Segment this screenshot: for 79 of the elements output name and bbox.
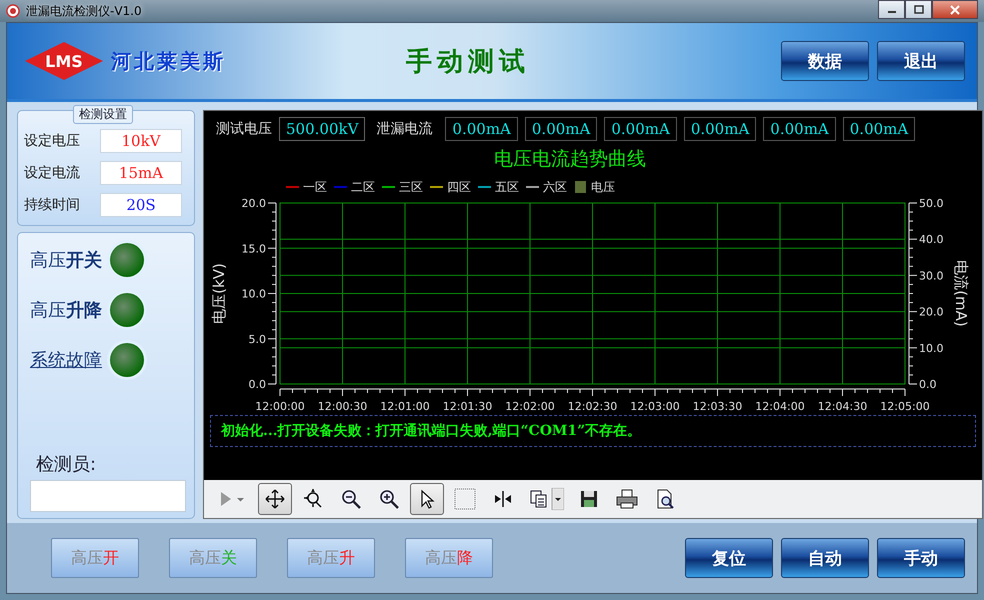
header-button[interactable]: 退出 <box>877 41 965 81</box>
zoom-in-icon <box>378 488 400 510</box>
axis-tick-label: 12:02:00 <box>505 400 555 413</box>
axis-tick-label: 30.0 <box>919 269 944 282</box>
legend-label: 五区 <box>495 180 519 194</box>
axis-tick-label: 0.0 <box>248 378 266 391</box>
axis-tick-label: 12:01:00 <box>380 400 430 413</box>
current-reading: 0.00mA <box>524 117 598 141</box>
input-field[interactable]: 10kV <box>100 129 182 153</box>
input-field[interactable]: 20S <box>100 193 182 217</box>
header-button[interactable]: 数据 <box>781 41 869 81</box>
axis-tick-label: 12:00:30 <box>318 400 368 413</box>
printer-icon <box>615 488 639 510</box>
axis-tick-label: 20.0 <box>919 306 944 319</box>
legend-label: 六区 <box>543 180 567 194</box>
split-icon <box>492 488 514 510</box>
axis-tick-label: 20.0 <box>242 197 266 210</box>
page-title: 手动测试 <box>406 46 530 78</box>
inspector-field[interactable] <box>30 480 186 512</box>
legend-label: 三区 <box>399 180 423 194</box>
axis-title: 电流(mA) <box>952 260 970 327</box>
close-icon <box>950 4 960 14</box>
current-reading: 0.00mA <box>445 117 518 141</box>
axis-tick-label: 10.0 <box>242 288 266 300</box>
input-field[interactable]: 15mA <box>100 161 182 185</box>
current-reading: 0.00mA <box>842 117 916 141</box>
current-reading: 0.00mA <box>684 117 756 141</box>
indicator-label: 高压升降 <box>30 299 102 322</box>
field-label: 设定电流 <box>24 164 80 182</box>
maximize-icon <box>914 5 924 14</box>
move-icon <box>264 488 286 510</box>
axis-tick-label: 50.0 <box>919 197 944 210</box>
window-title: 泄漏电流检测仪-V1.0 <box>26 2 142 20</box>
axis-tick-label: 12:01:30 <box>442 400 492 413</box>
indicator-label: 高压开关 <box>30 249 102 272</box>
axis-tick-label: 0.0 <box>919 378 936 391</box>
legend-label: 四区 <box>447 180 471 194</box>
dotted-rectangle-icon <box>453 487 477 511</box>
group-title: 检测设置 <box>73 105 133 124</box>
pan-button[interactable] <box>258 483 292 515</box>
mode-button[interactable]: 复位 <box>685 538 773 578</box>
voltage-label: 测试电压 <box>216 120 272 138</box>
current-reading: 0.00mA <box>763 117 836 141</box>
logo: LMS <box>25 42 103 80</box>
status-message: 初始化...打开设备失败：打开通讯端口失败,端口“COM1”不存在。 <box>210 415 976 447</box>
zoom-fit-icon <box>302 488 324 510</box>
app-icon <box>6 4 20 18</box>
legend-label: 电压 <box>591 180 615 194</box>
voltage-reading: 500.00kV <box>279 117 366 141</box>
axis-tick-label: 12:02:30 <box>568 400 618 413</box>
mode-button[interactable]: 自动 <box>781 538 869 578</box>
current-reading: 0.00mA <box>604 117 677 141</box>
close-button[interactable] <box>932 0 978 19</box>
axis-title: 电压(kV) <box>210 263 228 324</box>
current-label: 泄漏电流 <box>376 120 432 138</box>
axis-tick-label: 12:03:00 <box>630 400 680 413</box>
axis-tick-label: 12:00:00 <box>255 400 305 413</box>
mode-button[interactable]: 手动 <box>877 538 965 578</box>
zoom-out-icon <box>340 488 362 510</box>
axis-tick-label: 12:05:00 <box>880 400 930 413</box>
axis-tick-label: 15.0 <box>242 242 266 256</box>
axis-tick-label: 12:03:30 <box>692 400 742 413</box>
copy-icon <box>528 488 564 510</box>
minimize-button[interactable] <box>878 0 905 19</box>
field-label: 设定电压 <box>24 132 80 150</box>
company-name: 河北莱美斯 <box>111 48 226 74</box>
fault-link[interactable]: 系统故障 <box>30 348 102 372</box>
pointer-button[interactable] <box>410 483 444 515</box>
axis-tick-label: 12:04:30 <box>818 400 868 413</box>
legend-label: 一区 <box>303 180 327 194</box>
field-label: 持续时间 <box>24 196 80 214</box>
chart-title: 电压电流趋势曲线 <box>494 148 646 170</box>
axis-tick-label: 12:04:00 <box>755 400 805 413</box>
maximize-button[interactable] <box>905 0 932 19</box>
axis-tick-label: 5.0 <box>248 332 266 346</box>
axis-tick-label: 40.0 <box>919 233 944 246</box>
inspector-label: 检测员: <box>36 453 98 476</box>
legend-label: 二区 <box>351 180 375 194</box>
axis-tick-label: 10.0 <box>919 342 944 355</box>
